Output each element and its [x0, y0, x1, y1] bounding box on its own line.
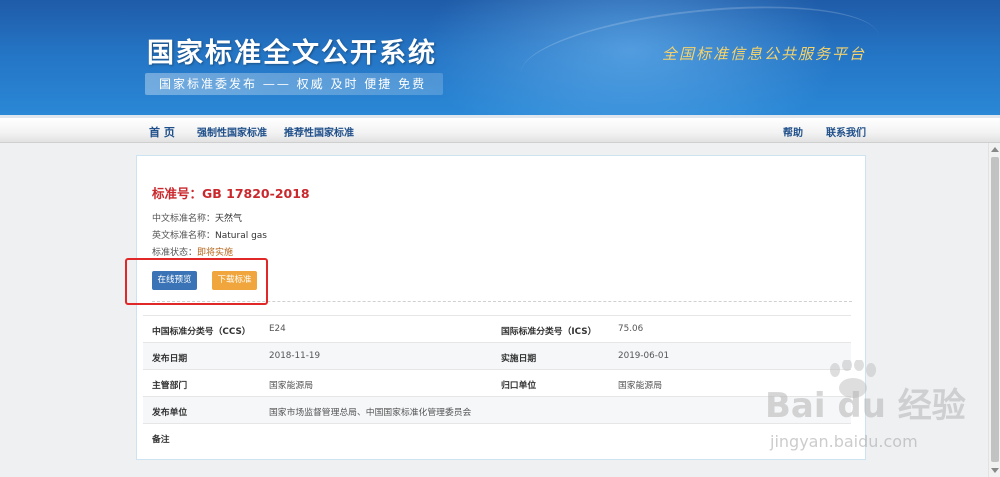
status-label: 标准状态： — [152, 248, 198, 258]
publish-date-value: 2018-11-19 — [269, 351, 321, 361]
owner-label: 归口单位 — [501, 381, 537, 391]
baidu-watermark: Bai du 经验 jingyan.baidu.com — [765, 360, 966, 460]
scroll-thumb[interactable] — [991, 157, 999, 462]
nav-mandatory-standards[interactable]: 强制性国家标准 — [197, 124, 267, 139]
ccs-value: E24 — [269, 324, 286, 334]
nav-contact[interactable]: 联系我们 — [826, 124, 866, 139]
issuer-label: 发布单位 — [152, 408, 188, 418]
header-banner: 国家标准全文公开系统 国家标准委发布 —— 权威 及时 便捷 免费 全国标准信息… — [0, 0, 1000, 115]
impl-date-label: 实施日期 — [501, 354, 537, 364]
issuer-value: 国家市场监督管理总局、中国国家标准化管理委员会 — [269, 408, 472, 418]
site-title: 国家标准全文公开系统 — [147, 38, 437, 69]
nav-help[interactable]: 帮助 — [783, 124, 803, 139]
page-scrollbar[interactable] — [988, 143, 1000, 477]
cn-name-label: 中文标准名称： — [152, 214, 216, 224]
main-nav: 首 页 强制性国家标准 推荐性国家标准 帮助 联系我们 — [0, 115, 1000, 143]
en-name-value: Natural gas — [215, 231, 267, 241]
meta-row-dates: 发布日期 2018-11-19 实施日期 2019-06-01 — [143, 342, 851, 369]
ics-value: 75.06 — [618, 324, 644, 334]
watermark-brand: Bai du 经验 — [765, 386, 966, 426]
dept-label: 主管部门 — [152, 381, 188, 391]
cn-name-row: 中文标准名称：天然气 — [152, 211, 242, 224]
status-value: 即将实施 — [197, 248, 234, 258]
dept-value: 国家能源局 — [269, 381, 313, 391]
en-name-row: 英文标准名称：Natural gas — [152, 228, 267, 241]
meta-row-classification: 中国标准分类号（CCS） E24 国际标准分类号（ICS） 75.06 — [143, 315, 851, 342]
meta-row-departments: 主管部门 国家能源局 归口单位 国家能源局 — [143, 369, 851, 396]
cn-name-value: 天然气 — [215, 214, 243, 224]
ics-label: 国际标准分类号（ICS） — [501, 327, 597, 337]
site-slogan: 国家标准委发布 —— 权威 及时 便捷 免费 — [145, 73, 443, 95]
meta-row-note: 备注 — [143, 423, 851, 450]
scroll-up-arrow-icon[interactable] — [991, 147, 999, 152]
platform-logo-text: 全国标准信息公共服务平台 — [662, 45, 867, 63]
note-label: 备注 — [152, 435, 170, 445]
standard-number-title: 标准号：GB 17820-2018 — [152, 186, 310, 201]
watermark-url: jingyan.baidu.com — [770, 432, 918, 451]
standard-detail-card: 标准号：GB 17820-2018 中文标准名称：天然气 英文标准名称：Natu… — [136, 155, 866, 460]
meta-row-issuer: 发布单位 国家市场监督管理总局、中国国家标准化管理委员会 — [143, 396, 851, 423]
annotation-highlight-box — [125, 258, 268, 305]
owner-value: 国家能源局 — [618, 381, 662, 391]
impl-date-value: 2019-06-01 — [618, 351, 670, 361]
en-name-label: 英文标准名称： — [152, 231, 216, 241]
nav-home[interactable]: 首 页 — [149, 124, 175, 140]
status-row: 标准状态：即将实施 — [152, 245, 233, 258]
nav-recommended-standards[interactable]: 推荐性国家标准 — [284, 124, 354, 139]
scroll-down-arrow-icon[interactable] — [991, 468, 999, 473]
ccs-label: 中国标准分类号（CCS） — [152, 327, 251, 337]
publish-date-label: 发布日期 — [152, 354, 188, 364]
